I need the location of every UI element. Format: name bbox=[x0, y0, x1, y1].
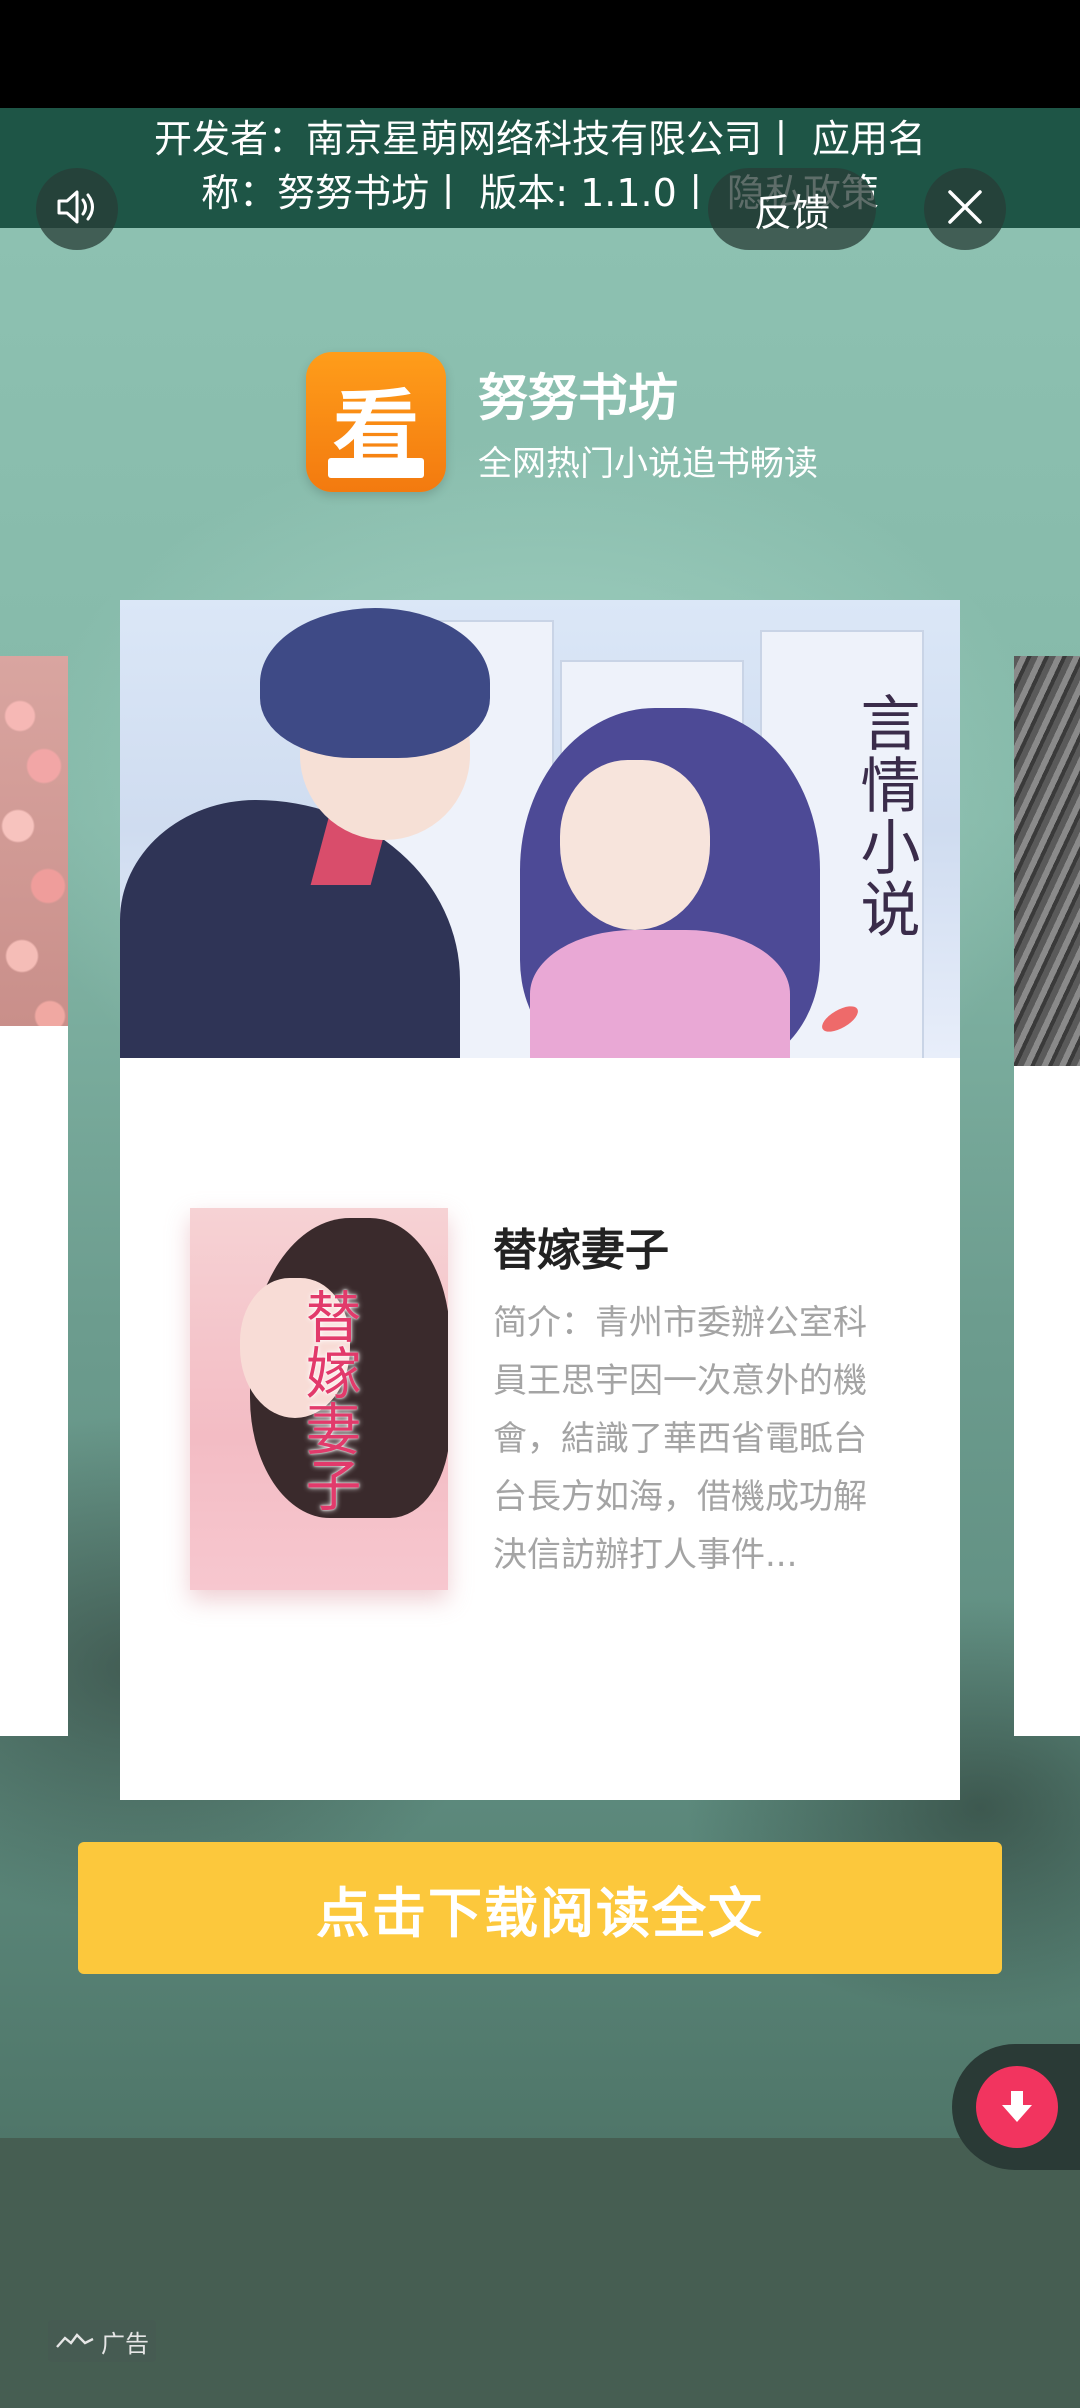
carousel-card-next[interactable] bbox=[1014, 656, 1080, 1736]
book-description: 简介：青州市委辦公室科員王思宇因一次意外的機會，結識了華西省電眡台台長方如海，借… bbox=[493, 1303, 867, 1575]
sound-button[interactable] bbox=[36, 168, 118, 250]
app-header[interactable]: 看 努努书坊 全网热门小说追书畅读 bbox=[306, 352, 866, 494]
roses-image bbox=[0, 656, 68, 1026]
app-icon[interactable]: 看 bbox=[306, 352, 446, 492]
woman-face bbox=[560, 760, 710, 930]
woman-figure bbox=[530, 930, 790, 1058]
book-cover[interactable]: 替嫁妻子 bbox=[190, 1208, 448, 1590]
ad-badge: 广告 bbox=[48, 2320, 156, 2362]
hair-illustration-image bbox=[1014, 656, 1080, 1066]
ad-logo-icon bbox=[55, 2327, 95, 2355]
download-arrow-icon bbox=[976, 2066, 1058, 2148]
download-read-button[interactable]: 点击下载阅读全文 bbox=[78, 1842, 1002, 1974]
feedback-button[interactable]: 反馈 bbox=[708, 168, 876, 250]
man-hair bbox=[260, 608, 490, 758]
carousel-card-previous[interactable] bbox=[0, 656, 68, 1736]
book-title: 替嫁妻子 bbox=[493, 1225, 669, 1276]
book-icon bbox=[328, 458, 424, 478]
app-tagline: 全网热门小说追书畅读 bbox=[478, 444, 818, 484]
status-bar bbox=[0, 0, 1080, 108]
app-name: 努努书坊 bbox=[478, 369, 678, 427]
close-button[interactable] bbox=[924, 168, 1006, 250]
close-icon bbox=[946, 188, 984, 230]
genre-label: 言情小说 bbox=[850, 692, 920, 940]
download-fab[interactable] bbox=[952, 2044, 1080, 2170]
bottom-area bbox=[0, 2138, 1080, 2408]
ad-label: 广告 bbox=[101, 2329, 149, 2358]
cover-title: 替嫁妻子 bbox=[296, 1288, 361, 1512]
hero-illustration: 言情小说 bbox=[120, 600, 960, 1058]
speaker-icon bbox=[55, 187, 99, 231]
book-card[interactable]: 言情小说 替嫁妻子 替嫁妻子 简介：青州市委辦公室科員王思宇因一次意外的機會，結… bbox=[120, 600, 960, 1800]
